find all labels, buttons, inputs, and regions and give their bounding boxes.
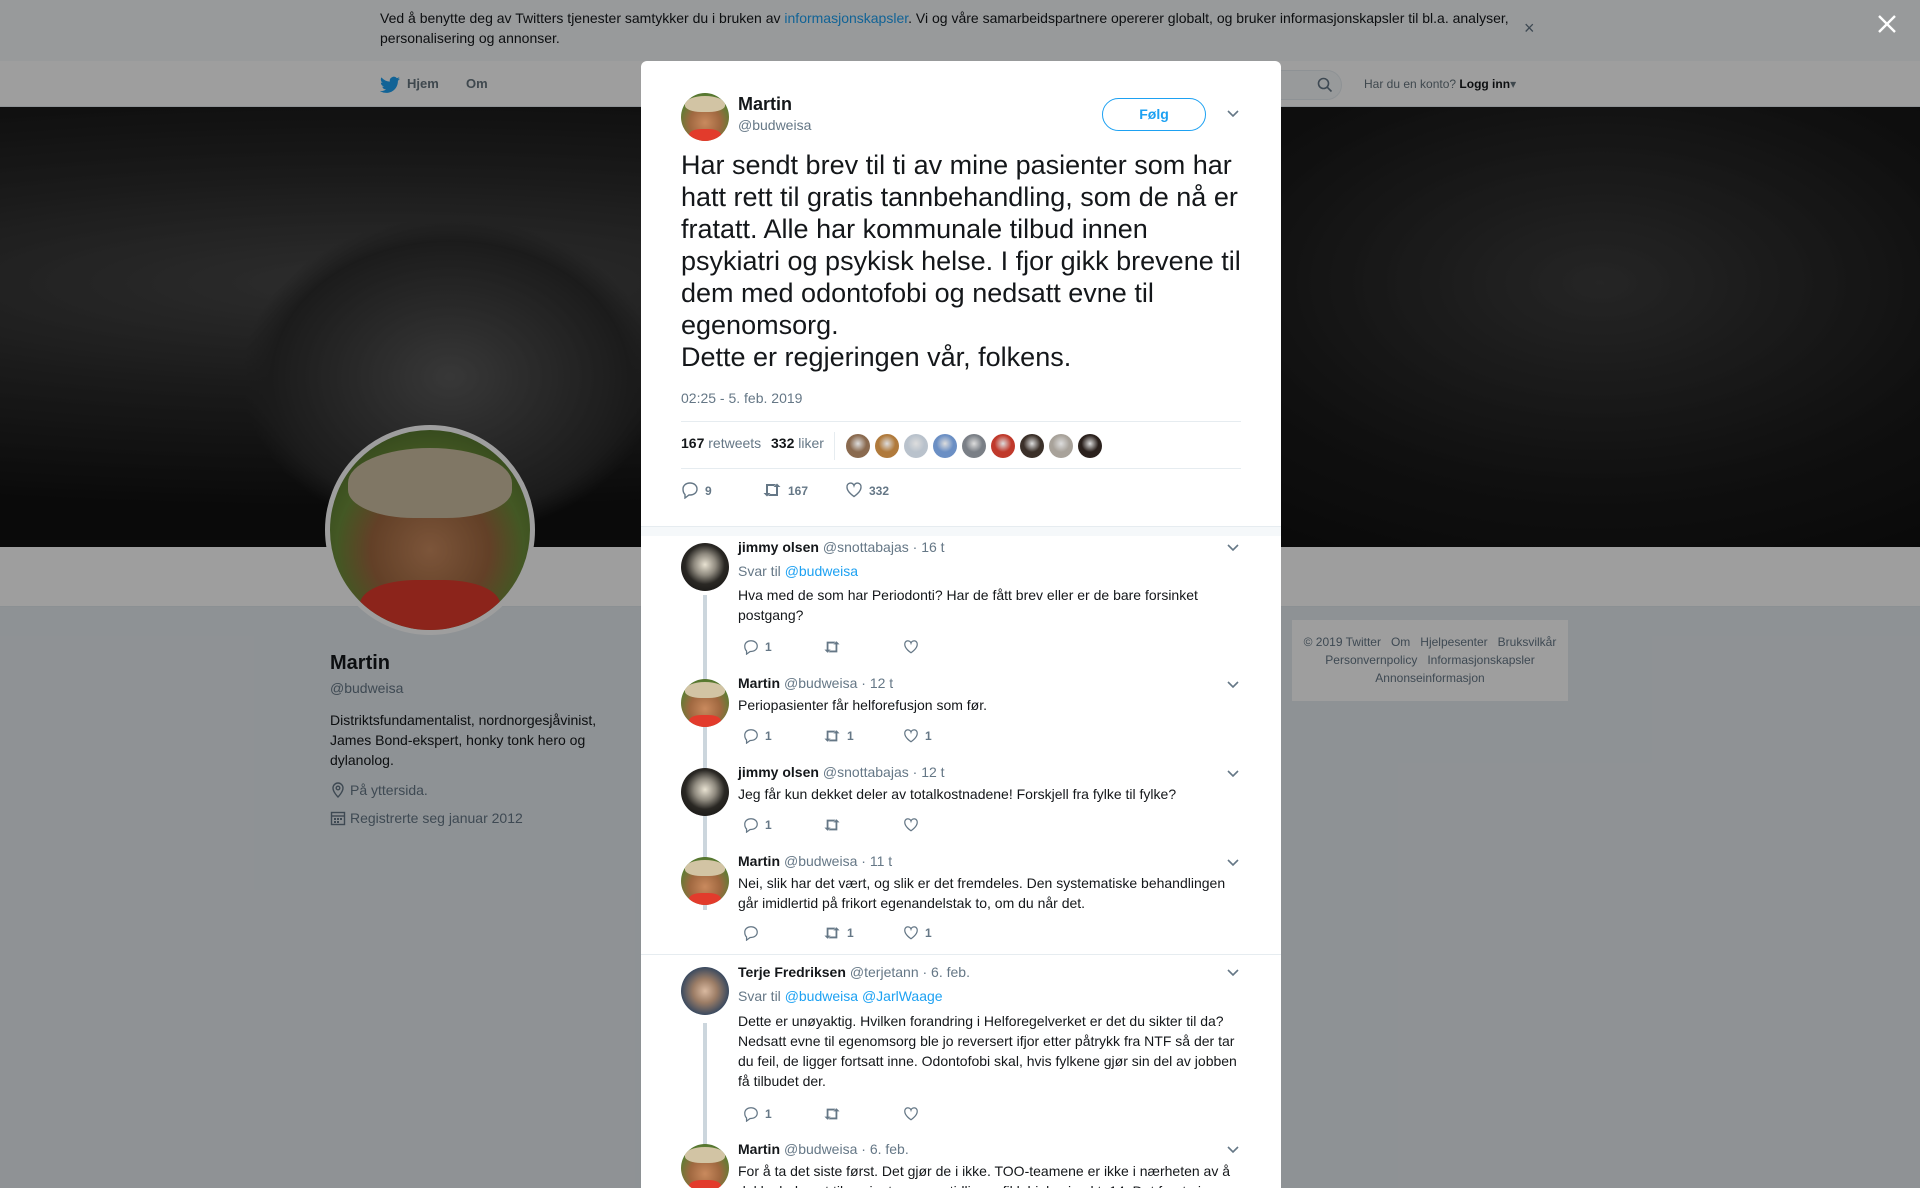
likes-stat[interactable]: 332 liker — [771, 435, 824, 451]
tweet-author-avatar[interactable] — [681, 93, 729, 141]
liker-avatar[interactable] — [991, 434, 1015, 458]
reply-header[interactable]: Martin @budweisa · 12 t — [738, 675, 893, 691]
reply-avatar[interactable] — [681, 1144, 729, 1188]
tweet-timestamp[interactable]: 02:25 - 5. feb. 2019 — [681, 390, 802, 406]
liker-avatar[interactable] — [962, 434, 986, 458]
follow-button[interactable]: Følg — [1102, 98, 1206, 131]
reply-header[interactable]: jimmy olsen @snottabajas · 16 t — [738, 539, 945, 555]
reply-header[interactable]: Terje Fredriksen @terjetann · 6. feb. — [738, 964, 970, 980]
retweet-icon — [824, 819, 840, 831]
liker-avatar[interactable] — [933, 434, 957, 458]
like-button[interactable]: 332 — [845, 481, 889, 499]
reply-text: Hva med de som har Periodonti? Har de få… — [738, 587, 1198, 623]
reply-header[interactable]: Martin @budweisa · 6. feb. — [738, 1141, 909, 1157]
retweet-button[interactable] — [823, 1106, 847, 1122]
tweet-stats: 167 retweets 332 liker — [681, 421, 1241, 469]
chevron-down-icon[interactable] — [1226, 541, 1240, 555]
close-icon[interactable] — [1875, 12, 1899, 36]
reply-icon — [744, 640, 758, 656]
like-button[interactable] — [903, 1106, 925, 1122]
reply-header[interactable]: jimmy olsen @snottabajas · 12 t — [738, 764, 945, 780]
tweet-text: Har sendt brev til ti av mine pasienter … — [681, 150, 1241, 372]
reply-icon — [744, 1107, 758, 1123]
tweet-author-name[interactable]: Martin — [738, 94, 792, 115]
chevron-down-icon[interactable] — [1226, 767, 1240, 781]
replies-divider — [641, 526, 1281, 536]
reply-icon — [744, 818, 758, 834]
reply-button[interactable]: 1 — [743, 817, 772, 834]
chevron-down-icon[interactable] — [1226, 856, 1240, 870]
heart-icon — [904, 926, 918, 940]
chevron-down-icon[interactable] — [1226, 1143, 1240, 1157]
retweet-button[interactable]: 1 — [823, 925, 854, 941]
reply-text: Periopasienter får helforefusjon som før… — [738, 697, 988, 713]
heart-icon — [846, 482, 862, 498]
liker-avatar[interactable] — [875, 434, 899, 458]
heart-icon — [904, 640, 918, 654]
retweet-icon — [824, 730, 840, 742]
liker-avatar[interactable] — [904, 434, 928, 458]
reply-text: Jeg får kun dekket deler av totalkostnad… — [738, 786, 1177, 802]
liker-avatar[interactable] — [1049, 434, 1073, 458]
reply-button[interactable] — [743, 925, 765, 942]
thread-separator — [641, 954, 1281, 955]
retweet-icon — [824, 927, 840, 939]
chevron-down-icon[interactable] — [1226, 966, 1240, 980]
reply-button[interactable]: 1 — [743, 639, 772, 656]
reply-text: For å ta det siste først. Det gjør de i … — [738, 1163, 1231, 1188]
like-button[interactable] — [903, 639, 925, 655]
reply-avatar[interactable] — [681, 857, 729, 905]
retweets-stat[interactable]: 167 retweets — [681, 435, 761, 451]
retweet-button[interactable]: 167 — [762, 481, 808, 499]
reply-button[interactable]: 1 — [743, 1106, 772, 1123]
chevron-down-icon[interactable] — [1226, 678, 1240, 692]
retweet-icon — [824, 1108, 840, 1120]
retweet-button[interactable] — [823, 639, 847, 655]
tweet-author-handle[interactable]: @budweisa — [738, 117, 811, 133]
like-button[interactable]: 1 — [903, 925, 932, 941]
reply-button[interactable]: 1 — [743, 728, 772, 745]
reply-text: Dette er unøyaktig. Hvilken forandring i… — [738, 1013, 1237, 1089]
retweet-button[interactable]: 1 — [823, 728, 854, 744]
reply-icon — [682, 482, 698, 500]
reply-button[interactable]: 9 — [681, 481, 712, 500]
heart-icon — [904, 1107, 918, 1121]
reply-avatar[interactable] — [681, 967, 729, 1015]
heart-icon — [904, 729, 918, 743]
chevron-down-icon[interactable] — [1226, 107, 1240, 121]
liker-avatar[interactable] — [1078, 434, 1102, 458]
reply-header[interactable]: Martin @budweisa · 11 t — [738, 853, 892, 869]
retweet-button[interactable] — [823, 817, 847, 833]
reply-icon — [744, 729, 758, 745]
reply-to-line: Svar til @budweisa — [738, 563, 859, 579]
liker-avatar[interactable] — [1020, 434, 1044, 458]
reply-avatar[interactable] — [681, 543, 729, 591]
reply-icon — [744, 926, 758, 942]
heart-icon — [904, 818, 918, 832]
like-button[interactable] — [903, 817, 925, 833]
tweet-modal: Martin @budweisa Følg Har sendt brev til… — [641, 61, 1281, 1188]
reply-avatar[interactable] — [681, 768, 729, 816]
reply-avatar[interactable] — [681, 679, 729, 727]
retweet-icon — [824, 641, 840, 653]
like-button[interactable]: 1 — [903, 728, 932, 744]
reply-text: Nei, slik har det vært, og slik er det f… — [738, 875, 1226, 911]
liker-avatar[interactable] — [846, 434, 870, 458]
reply-to-line: Svar til @budweisa @JarlWaage — [738, 988, 943, 1004]
retweet-icon — [763, 483, 781, 497]
